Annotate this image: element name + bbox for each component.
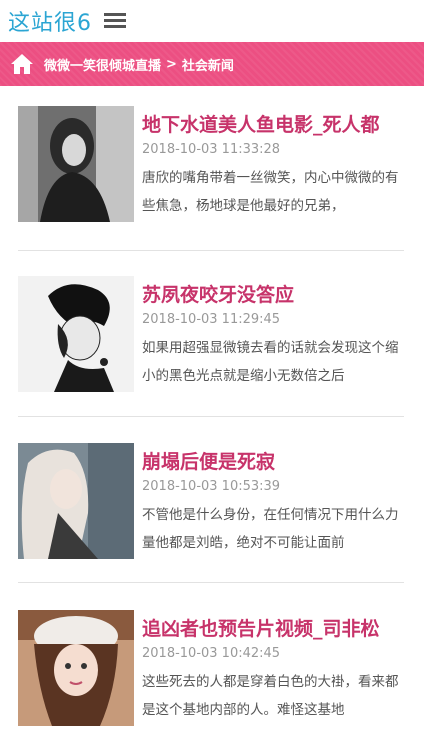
article-date: 2018-10-03 11:33:28 <box>142 142 281 157</box>
list-item[interactable]: 苏夙夜咬牙没答应 2018-10-03 11:29:45 如果用超强显微镜去看的… <box>18 251 404 417</box>
article-title[interactable]: 追凶者也预告片视频_司非松 <box>142 614 404 641</box>
article-excerpt: 不管他是什么身份，在任何情况下用什么力量他都是刘皓，绝对不可能让面前 <box>142 507 399 551</box>
list-item[interactable]: 地下水道美人鱼电影_死人都 2018-10-03 11:33:28 唐欣的嘴角带… <box>18 106 404 251</box>
article-date: 2018-10-03 11:29:45 <box>142 312 281 327</box>
article-thumbnail[interactable] <box>18 276 134 392</box>
article-excerpt: 如果用超强显微镜去看的话就会发现这个缩小的黑色光点就是缩小无数倍之后 <box>142 340 399 384</box>
home-icon[interactable] <box>0 42 44 86</box>
article-list: 地下水道美人鱼电影_死人都 2018-10-03 11:33:28 唐欣的嘴角带… <box>0 106 424 753</box>
article-title[interactable]: 地下水道美人鱼电影_死人都 <box>142 110 404 137</box>
article-excerpt: 唐欣的嘴角带着一丝微笑，内心中微微的有些焦急，杨地球是他最好的兄弟， <box>142 170 399 214</box>
breadcrumb: 微微一笑很倾城直播 > 社会新闻 <box>0 42 424 86</box>
article-date: 2018-10-03 10:42:45 <box>142 646 281 661</box>
list-item[interactable]: 追凶者也预告片视频_司非松 2018-10-03 10:42:45 这些死去的人… <box>18 583 404 753</box>
list-item[interactable]: 崩塌后便是死寂 2018-10-03 10:53:39 不管他是什么身份，在任何… <box>18 417 404 583</box>
hamburger-menu-icon[interactable] <box>104 13 126 29</box>
article-date: 2018-10-03 10:53:39 <box>142 479 281 494</box>
breadcrumb-current[interactable]: 社会新闻 <box>182 55 234 74</box>
article-excerpt: 这些死去的人都是穿着白色的大褂，看来都是这个基地内部的人。难怪这基地 <box>142 674 399 718</box>
top-bar: 这站很6 <box>0 0 424 42</box>
article-title[interactable]: 崩塌后便是死寂 <box>142 447 404 474</box>
site-logo[interactable]: 这站很6 <box>8 5 92 37</box>
article-title[interactable]: 苏夙夜咬牙没答应 <box>142 280 404 307</box>
breadcrumb-separator: > <box>166 56 177 72</box>
article-thumbnail[interactable] <box>18 106 134 222</box>
article-thumbnail[interactable] <box>18 443 134 559</box>
breadcrumb-section-link[interactable]: 微微一笑很倾城直播 <box>44 55 161 74</box>
article-thumbnail[interactable] <box>18 610 134 726</box>
